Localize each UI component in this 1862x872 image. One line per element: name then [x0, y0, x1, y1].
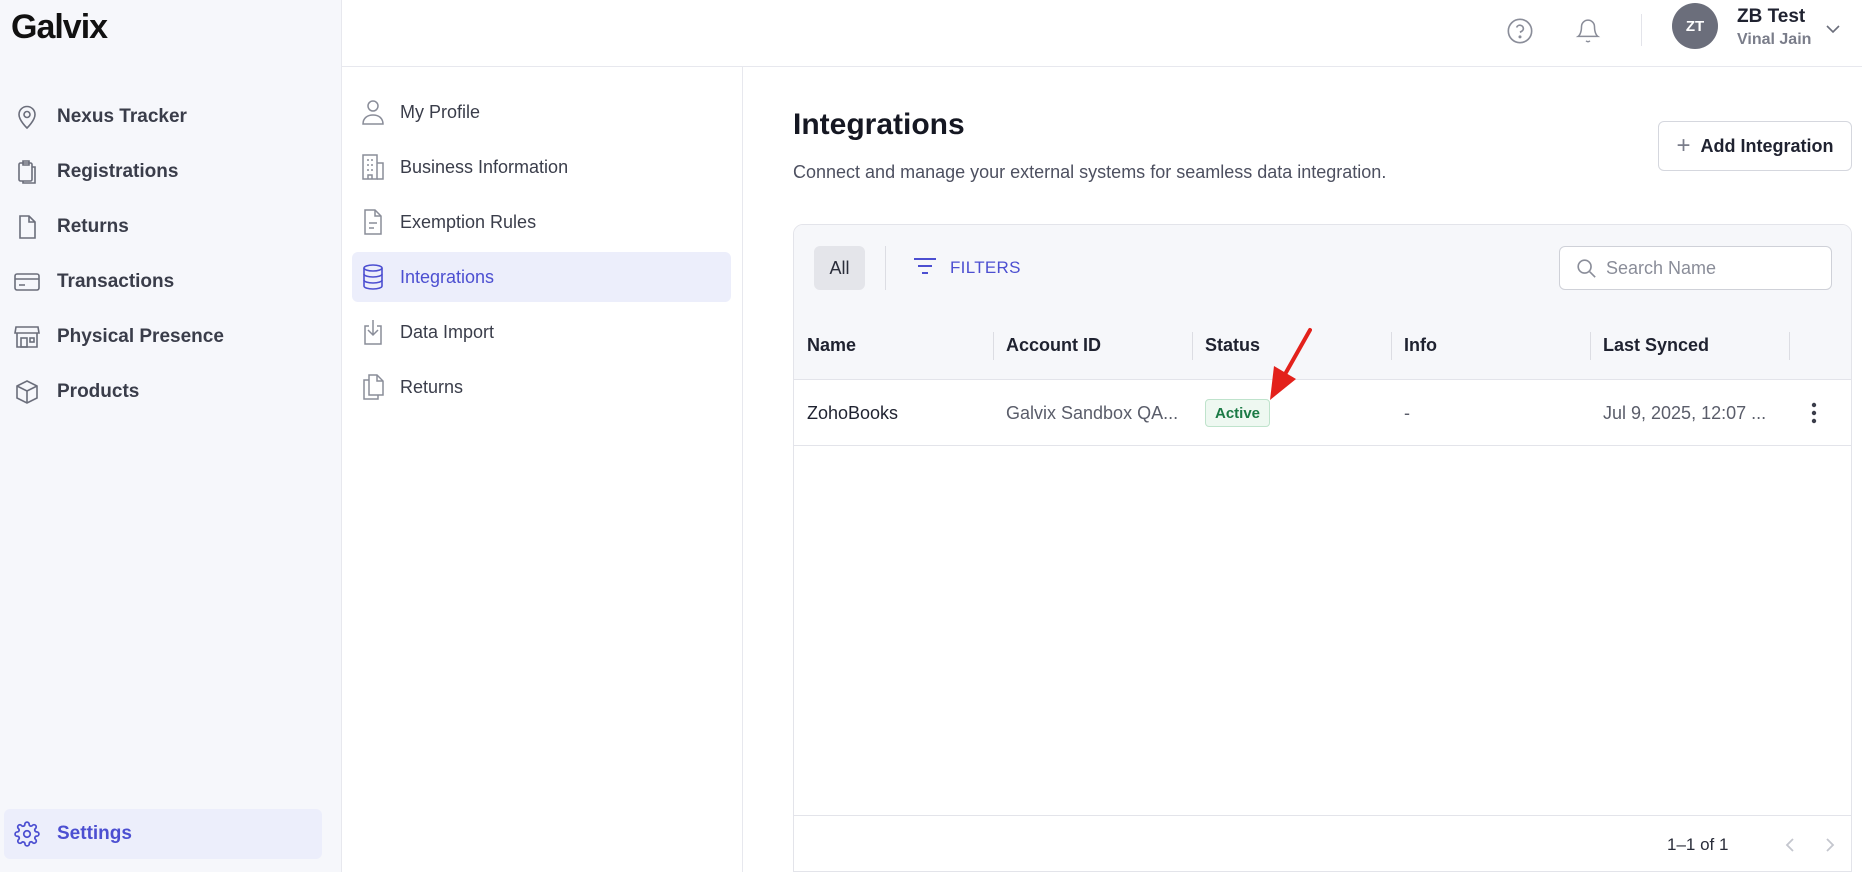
sidebar-item-settings[interactable]: Settings: [4, 809, 322, 859]
subnav-item-label: Exemption Rules: [400, 211, 537, 232]
filters-label: FILTERS: [950, 258, 1021, 277]
location-pin-icon: [12, 102, 42, 132]
box-icon: [12, 377, 42, 407]
add-integration-label: Add Integration: [1700, 135, 1834, 156]
help-circle-icon[interactable]: [1500, 11, 1540, 51]
column-header-info[interactable]: Info: [1404, 311, 1437, 380]
sidebar-item-products[interactable]: Products: [10, 367, 320, 417]
integrations-table-card: All FILTERS Name Account ID Status: [793, 224, 1852, 872]
sidebar-item-returns[interactable]: Returns: [10, 202, 320, 252]
sidebar-item-nexus-tracker[interactable]: Nexus Tracker: [10, 92, 320, 142]
user-name: ZB Test: [1737, 6, 1806, 27]
subnav-item-business-information[interactable]: Business Information: [352, 142, 731, 192]
table-header: Name Account ID Status Info Last Synced: [794, 311, 1851, 380]
sidebar-item-physical-presence[interactable]: Physical Presence: [10, 312, 320, 362]
table-pagination: 1–1 of 1: [794, 815, 1851, 871]
store-icon: [12, 322, 42, 352]
subnav-item-data-import[interactable]: Data Import: [352, 307, 731, 357]
column-separator: [1590, 332, 1591, 360]
subnav-item-label: My Profile: [400, 101, 481, 122]
app-root: Galvix Nexus Tracker Registrations Retur…: [0, 0, 1862, 872]
filter-chip-all[interactable]: All: [814, 246, 865, 290]
sidebar-item-label: Returns: [57, 216, 129, 237]
column-separator: [993, 332, 994, 360]
subnav-item-label: Data Import: [400, 321, 495, 342]
column-separator: [1789, 332, 1790, 360]
plus-icon: +: [1676, 132, 1691, 159]
page-title: Integrations: [793, 108, 965, 141]
status-badge: Active: [1205, 399, 1271, 427]
column-separator: [1391, 332, 1392, 360]
search-input[interactable]: [1606, 257, 1826, 279]
cell-name: ZohoBooks: [807, 402, 899, 423]
column-header-status[interactable]: Status: [1205, 311, 1260, 380]
search-icon: [1574, 256, 1598, 280]
table-toolbar: All FILTERS: [794, 225, 1851, 311]
chevron-down-icon[interactable]: [1822, 18, 1844, 40]
cell-info: -: [1404, 402, 1410, 423]
add-integration-button[interactable]: + Add Integration: [1658, 121, 1852, 171]
document-lines-icon: [358, 207, 388, 237]
sidebar-item-transactions[interactable]: Transactions: [10, 257, 320, 307]
subnav-item-label: Business Information: [400, 156, 569, 177]
cell-account-id: Galvix Sandbox QA...: [1006, 402, 1179, 423]
table-row[interactable]: ZohoBooks Galvix Sandbox QA... Active - …: [794, 380, 1851, 446]
column-separator: [1192, 332, 1193, 360]
toolbar-divider: [885, 246, 886, 290]
sidebar-item-label: Settings: [57, 823, 132, 844]
header-divider: [1641, 14, 1642, 46]
top-header: ZT ZB Test Vinal Jain: [342, 0, 1862, 67]
subnav-item-exemption-rules[interactable]: Exemption Rules: [352, 197, 731, 247]
document-icon: [12, 212, 42, 242]
gear-icon: [12, 819, 42, 849]
copy-documents-icon: [358, 372, 388, 402]
galvix-logo[interactable]: Galvix: [11, 8, 108, 47]
user-subtitle: Vinal Jain: [1737, 31, 1812, 48]
sidebar-item-registrations[interactable]: Registrations: [10, 147, 320, 197]
bell-icon[interactable]: [1568, 11, 1608, 51]
page-subtitle: Connect and manage your external systems…: [793, 162, 1387, 182]
subnav-item-label: Integrations: [400, 266, 495, 287]
sidebar-item-label: Transactions: [57, 271, 175, 292]
sidebar-item-label: Products: [57, 381, 140, 402]
cell-status: Active: [1205, 380, 1271, 446]
main-sidebar: Galvix Nexus Tracker Registrations Retur…: [0, 0, 342, 872]
cell-last-synced: Jul 9, 2025, 12:07 ...: [1603, 402, 1767, 423]
credit-card-icon: [12, 267, 42, 297]
more-vertical-icon[interactable]: [1794, 380, 1834, 446]
subnav-item-label: Returns: [400, 376, 464, 397]
sidebar-item-label: Nexus Tracker: [57, 106, 187, 127]
chevron-left-icon[interactable]: [1775, 830, 1805, 860]
clipboard-icon: [12, 157, 42, 187]
subnav-item-returns[interactable]: Returns: [352, 362, 731, 412]
filter-lines-icon: [912, 256, 938, 281]
pagination-text: 1–1 of 1: [1667, 835, 1729, 854]
user-icon: [358, 97, 388, 127]
sidebar-item-label: Registrations: [57, 161, 179, 182]
column-header-last-synced[interactable]: Last Synced: [1603, 311, 1709, 380]
search-box: [1559, 246, 1832, 290]
building-icon: [358, 152, 388, 182]
filters-button[interactable]: FILTERS: [912, 250, 1021, 286]
chevron-right-icon[interactable]: [1815, 830, 1845, 860]
subnav-item-my-profile[interactable]: My Profile: [352, 87, 731, 137]
database-icon: [358, 262, 388, 292]
sidebar-item-label: Physical Presence: [57, 326, 224, 347]
column-header-account-id[interactable]: Account ID: [1006, 311, 1101, 380]
subnav-item-integrations[interactable]: Integrations: [352, 252, 731, 302]
avatar[interactable]: ZT: [1672, 3, 1718, 49]
column-header-name[interactable]: Name: [807, 311, 856, 380]
import-icon: [358, 317, 388, 347]
settings-subnav: My Profile Business Information Exemptio…: [342, 67, 743, 872]
annotation-arrow-icon: [1270, 328, 1312, 400]
